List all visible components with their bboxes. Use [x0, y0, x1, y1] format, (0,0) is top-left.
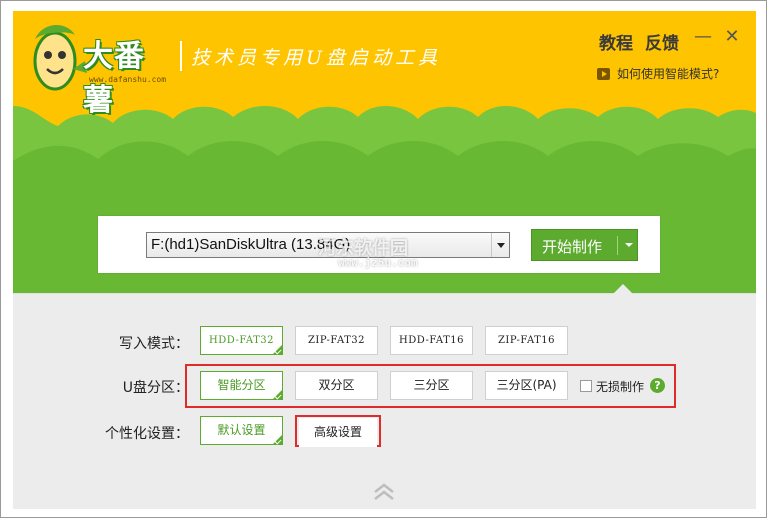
option-label: 双分区	[318, 378, 355, 392]
app-slogan: 技术员专用U盘启动工具	[191, 47, 442, 69]
write-mode-hdd-fat32[interactable]: HDD-FAT32	[200, 326, 283, 355]
smart-mode-help-text: 如何使用智能模式?	[617, 67, 720, 81]
option-label: ZIP-FAT16	[497, 335, 556, 346]
start-button[interactable]: 开始制作	[531, 229, 638, 261]
app-logo: 大番薯 www.dafanshu.com	[25, 17, 175, 118]
write-mode-hdd-fat16[interactable]: HDD-FAT16	[390, 326, 473, 355]
start-button-label: 开始制作	[542, 238, 603, 256]
personalize-label: 个性化设置：	[105, 426, 189, 442]
option-label: 三分区(PA)	[496, 378, 557, 392]
default-settings-button[interactable]: 默认设置	[200, 416, 283, 445]
start-menu-arrow-icon[interactable]	[620, 230, 638, 260]
play-icon	[597, 68, 610, 80]
tutorial-link[interactable]: 教程	[599, 29, 633, 54]
option-label: 默认设置	[217, 423, 266, 437]
check-icon	[274, 392, 282, 400]
feedback-link[interactable]: 反馈	[645, 29, 679, 54]
start-button-separator	[617, 236, 618, 255]
logo-url: www.dafanshu.com	[89, 75, 167, 84]
check-icon	[274, 437, 282, 445]
minimize-icon[interactable]: —	[693, 27, 713, 47]
partition-triple-pa[interactable]: 三分区(PA)	[485, 371, 568, 400]
mascot-icon	[33, 24, 87, 91]
check-icon	[274, 347, 282, 355]
write-mode-zip-fat32[interactable]: ZIP-FAT32	[295, 326, 378, 355]
device-select[interactable]: F:(hd1)SanDiskUltra (13.84G)	[146, 232, 510, 258]
lossless-checkbox[interactable]	[580, 380, 592, 392]
dropdown-arrow-icon[interactable]	[491, 233, 509, 257]
partition-dual[interactable]: 双分区	[295, 371, 378, 400]
collapse-chevron-icon[interactable]	[372, 483, 396, 501]
partition-triple[interactable]: 三分区	[390, 371, 473, 400]
app-window: 大番薯 www.dafanshu.com 技术员专用U盘启动工具 教程 反馈 —…	[0, 0, 767, 518]
partition-label: U盘分区：	[122, 380, 189, 396]
close-icon[interactable]: ✕	[722, 27, 742, 47]
advanced-settings-button[interactable]: 高级设置	[299, 418, 377, 447]
option-label: 高级设置	[313, 425, 362, 439]
panel-caret	[613, 284, 633, 294]
help-icon[interactable]: ?	[650, 378, 665, 393]
option-label: ZIP-FAT32	[307, 335, 366, 346]
lossless-label: 无损制作	[596, 380, 645, 394]
option-label: HDD-FAT16	[399, 335, 464, 346]
device-select-value: F:(hd1)SanDiskUltra (13.84G)	[151, 236, 351, 253]
write-mode-label: 写入模式：	[119, 336, 189, 352]
logo-divider	[180, 41, 182, 71]
write-mode-zip-fat16[interactable]: ZIP-FAT16	[485, 326, 568, 355]
option-label: 智能分区	[217, 378, 266, 392]
partition-smart[interactable]: 智能分区	[200, 371, 283, 400]
device-panel: F:(hd1)SanDiskUltra (13.84G) 河东软件园 www.j…	[98, 216, 660, 273]
option-label: HDD-FAT32	[209, 335, 274, 346]
option-label: 三分区	[413, 378, 450, 392]
settings-panel: 写入模式： HDD-FAT32 ZIP-FAT32 HDD-FAT16 ZIP-…	[13, 284, 756, 509]
